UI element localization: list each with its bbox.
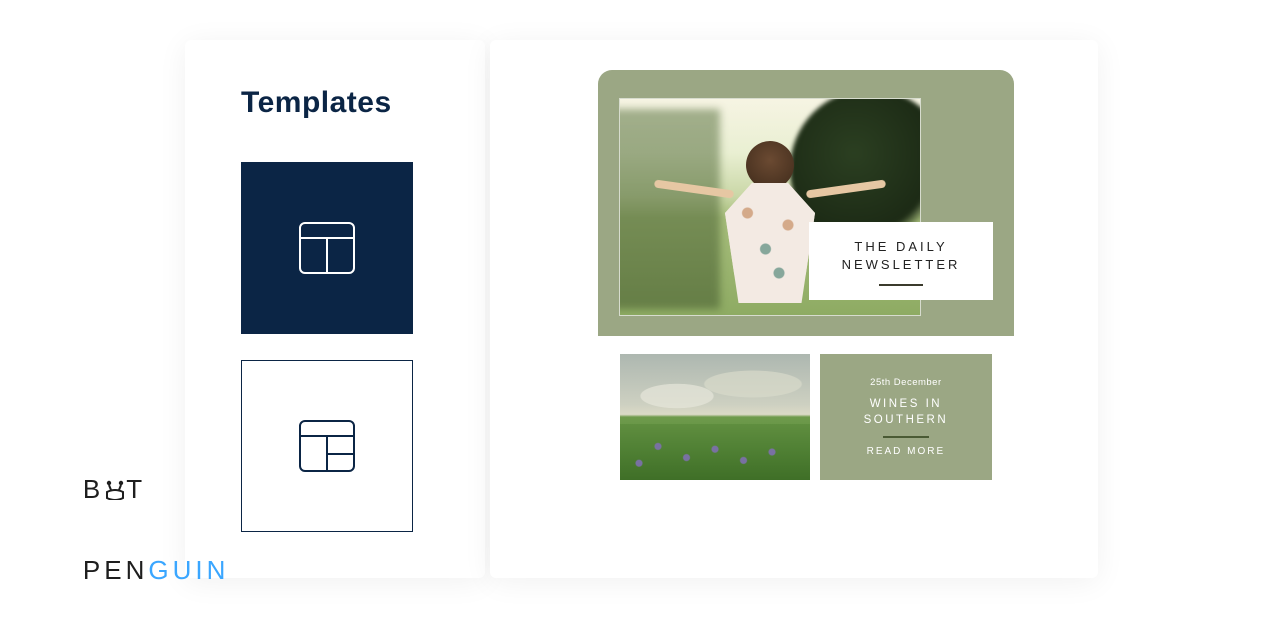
- templates-heading: Templates: [241, 86, 435, 120]
- layout-a-icon: [299, 220, 355, 276]
- layout-b-icon: [299, 418, 355, 474]
- divider-icon: [883, 436, 929, 438]
- article-meta: 25th December WINES IN SOUTHERN READ MOR…: [820, 354, 992, 480]
- template-option-layout-a[interactable]: [241, 162, 413, 334]
- template-preview-panel: THE DAILY NEWSLETTER 25th December WINES…: [490, 40, 1098, 578]
- hero-title-line1: THE DAILY: [854, 239, 947, 254]
- article-headline-line2: SOUTHERN: [864, 414, 949, 426]
- newsletter-preview: THE DAILY NEWSLETTER 25th December WINES…: [598, 70, 1014, 480]
- logo-line1-b: T: [126, 474, 146, 504]
- logo-line1-a: B: [83, 474, 104, 504]
- hero-title-line2: NEWSLETTER: [842, 257, 961, 272]
- article-image: [620, 354, 810, 480]
- newsletter-hero: THE DAILY NEWSLETTER: [598, 70, 1014, 336]
- botpenguin-logo: BT PENGUIN: [38, 448, 229, 612]
- article-headline-line1: WINES IN: [870, 398, 942, 410]
- logo-line2-b: GUIN: [148, 555, 229, 585]
- article-date: 25th December: [870, 377, 941, 388]
- logo-line2-a: PEN: [83, 555, 148, 585]
- read-more-link[interactable]: READ MORE: [867, 446, 946, 457]
- template-option-layout-b[interactable]: [241, 360, 413, 532]
- robot-antenna-icon: [104, 480, 126, 500]
- hero-title-card: THE DAILY NEWSLETTER: [809, 222, 993, 300]
- divider-icon: [879, 284, 923, 286]
- templates-sidebar: Templates: [185, 40, 485, 578]
- newsletter-article: 25th December WINES IN SOUTHERN READ MOR…: [598, 336, 1014, 480]
